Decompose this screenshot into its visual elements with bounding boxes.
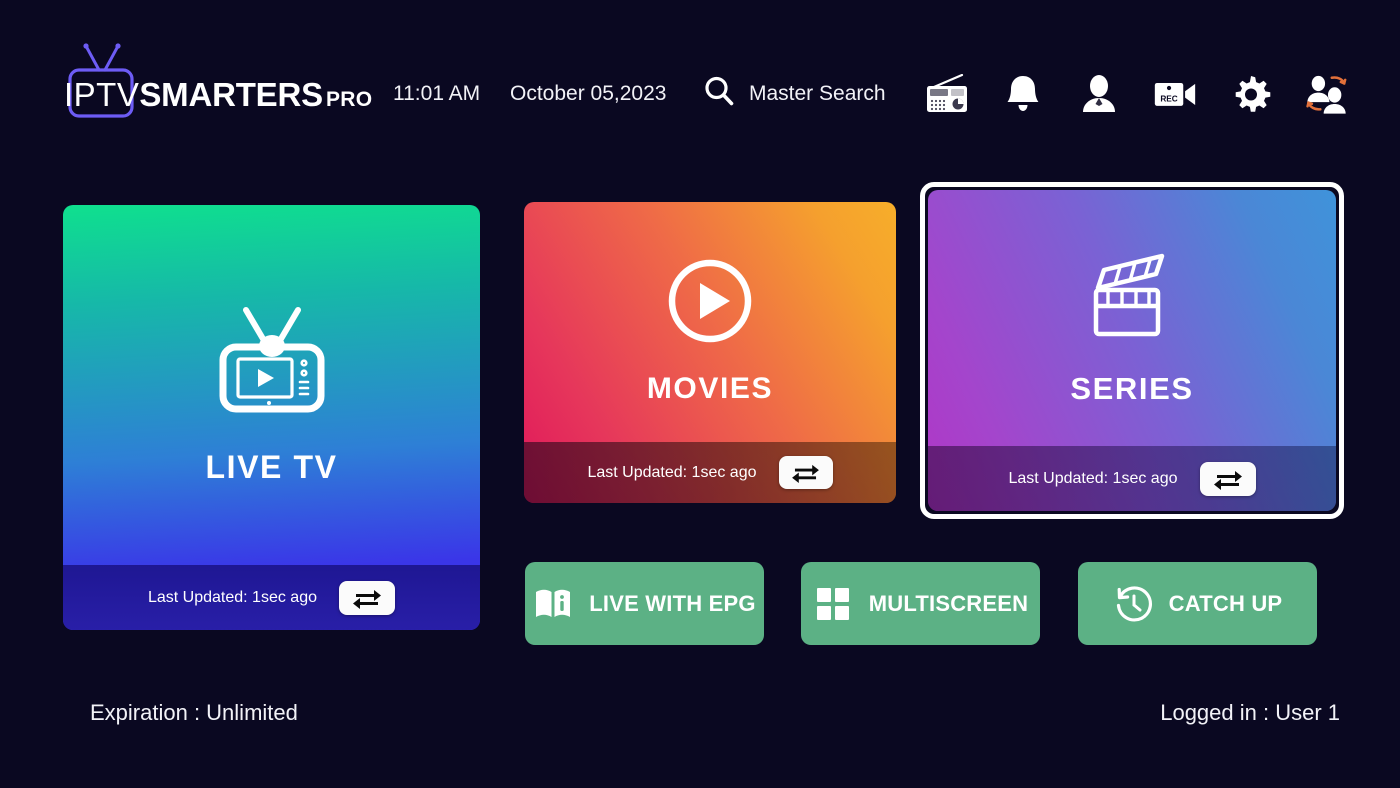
- card-movies-updated: Last Updated: 1sec ago: [587, 463, 757, 481]
- header-date: October 05,2023: [510, 82, 667, 105]
- grid-four-icon: [813, 584, 853, 624]
- card-live-tv-title: LIVE TV: [205, 449, 338, 485]
- header-time: 11:01 AM: [393, 82, 481, 105]
- master-search-button[interactable]: Master Search: [702, 74, 886, 113]
- card-series-body: SERIES: [928, 190, 1336, 446]
- play-circle-icon: [666, 257, 754, 350]
- card-series-updated: Last Updated: 1sec ago: [1008, 469, 1178, 487]
- card-movies[interactable]: MOVIES Last Updated: 1sec ago: [524, 202, 896, 503]
- card-movies-title: MOVIES: [646, 371, 774, 405]
- catch-up-button[interactable]: CATCH UP: [1078, 562, 1317, 645]
- card-live-tv[interactable]: LIVE TV Last Updated: 1sec ago: [63, 205, 480, 630]
- header-icon-group: REC: [925, 70, 1349, 118]
- app-root: IPTV SMARTERS PRO 11:01 AM October 05,20…: [0, 0, 1400, 788]
- card-series-title: SERIES: [1070, 370, 1194, 406]
- tv-play-icon: [216, 306, 328, 421]
- bell-icon[interactable]: [1001, 70, 1045, 118]
- card-movies-body: MOVIES: [524, 202, 896, 442]
- refresh-loop-icon[interactable]: [339, 580, 395, 615]
- live-with-epg-button[interactable]: LIVE WITH EPG: [525, 562, 764, 645]
- refresh-loop-icon[interactable]: [1199, 461, 1256, 496]
- live-with-epg-label: LIVE WITH EPG: [589, 590, 756, 616]
- card-live-tv-footer: Last Updated: 1sec ago: [63, 565, 480, 630]
- svg-text:REC: REC: [1160, 94, 1177, 103]
- card-live-tv-updated: Last Updated: 1sec ago: [147, 588, 317, 606]
- clapperboard-icon: [1082, 248, 1182, 347]
- header-bar: IPTV SMARTERS PRO 11:01 AM October 05,20…: [0, 0, 1400, 160]
- gear-icon[interactable]: [1229, 70, 1273, 118]
- multiscreen-button[interactable]: MULTISCREEN: [801, 562, 1040, 645]
- rec-camera-icon[interactable]: REC: [1153, 70, 1197, 118]
- master-search-label: Master Search: [749, 81, 886, 105]
- logo-text-iptv: IPTV: [64, 76, 140, 113]
- search-icon: [702, 74, 736, 113]
- radio-icon[interactable]: [925, 70, 969, 118]
- logged-in-status: Logged in : User 1: [1160, 700, 1340, 725]
- account-icon[interactable]: [1077, 70, 1121, 118]
- logo-wordmark: IPTV SMARTERS PRO: [64, 76, 372, 120]
- multiscreen-label: MULTISCREEN: [868, 590, 1029, 616]
- book-info-icon: [533, 584, 573, 624]
- card-series-footer: Last Updated: 1sec ago: [928, 446, 1336, 511]
- card-movies-footer: Last Updated: 1sec ago: [524, 442, 896, 503]
- refresh-loop-icon[interactable]: [778, 456, 833, 489]
- expiration-status: Expiration : Unlimited: [90, 700, 298, 725]
- app-logo: IPTV SMARTERS PRO: [64, 43, 372, 120]
- logo-text-smarters: SMARTERS: [139, 76, 323, 113]
- card-series[interactable]: SERIES Last Updated: 1sec ago: [928, 190, 1336, 511]
- logo-text-pro: PRO: [325, 88, 373, 111]
- catch-up-label: CATCH UP: [1168, 590, 1283, 616]
- switch-user-icon[interactable]: [1305, 70, 1349, 118]
- clock-rewind-icon: [1113, 584, 1153, 624]
- card-live-tv-body: LIVE TV: [63, 205, 480, 565]
